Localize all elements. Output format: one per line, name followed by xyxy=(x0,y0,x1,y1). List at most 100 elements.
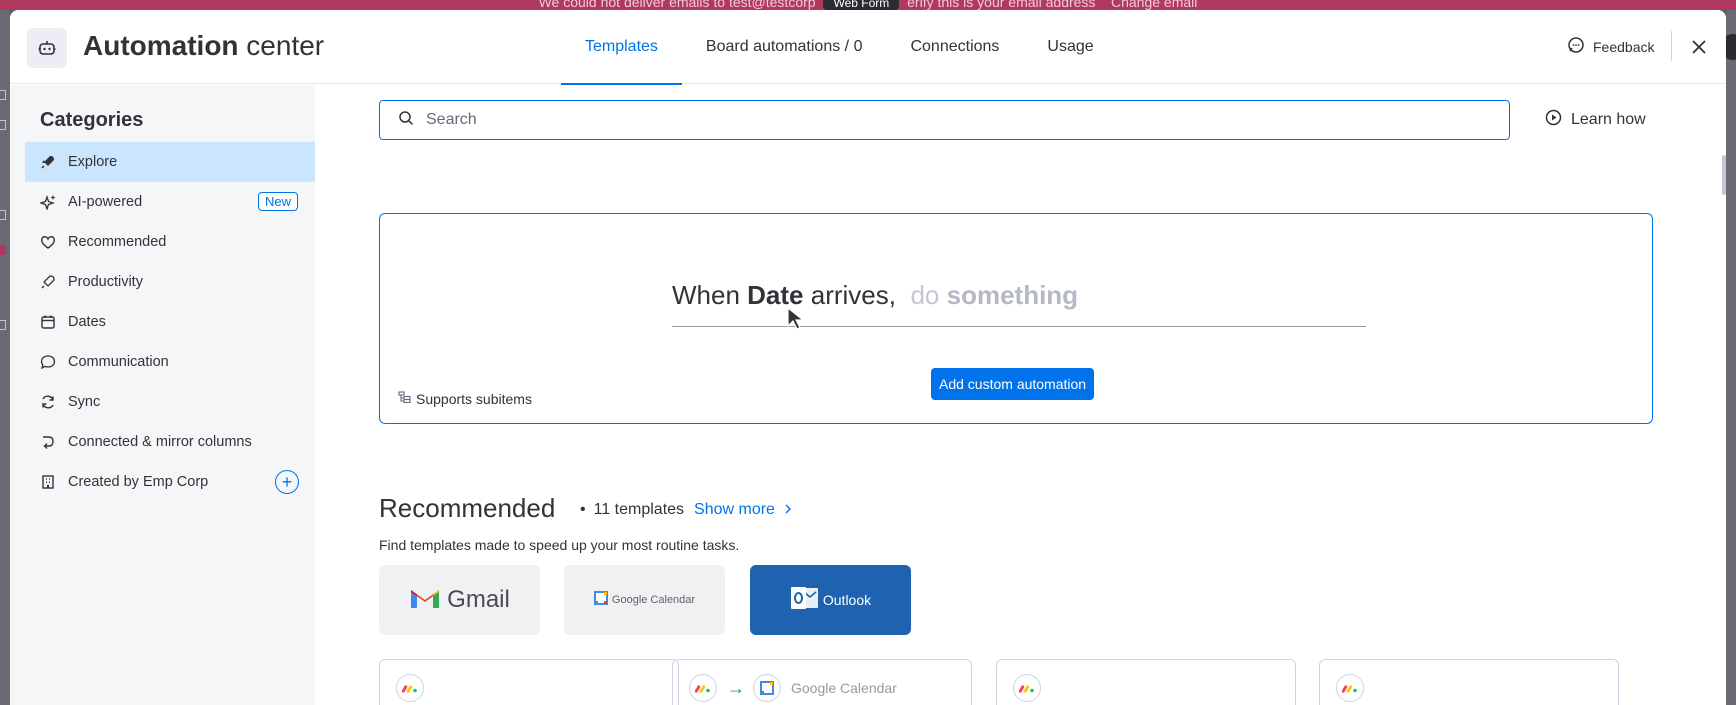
tab-templates[interactable]: Templates xyxy=(561,10,682,85)
sidebar-item-label: Recommended xyxy=(68,234,167,250)
banner-pill: Web Form xyxy=(823,0,900,10)
search-input[interactable] xyxy=(426,111,1426,129)
app-tile-outlook[interactable]: Outlook xyxy=(750,565,911,635)
feedback-icon xyxy=(1567,36,1585,57)
recommended-title: Recommended xyxy=(379,493,556,523)
banner-message-end: erify this is your email address xyxy=(907,0,1096,10)
automation-center-modal: Automation center Templates Board automa… xyxy=(10,10,1726,705)
custom-automation-card[interactable]: When Date arrives, do something Add cust… xyxy=(379,213,1653,424)
google-calendar-label: Google Calendar xyxy=(611,594,696,606)
sidebar-item-productivity[interactable]: Productivity xyxy=(25,262,315,302)
background-mark xyxy=(0,320,6,330)
heart-icon xyxy=(39,233,57,251)
sidebar-item-sync[interactable]: Sync xyxy=(25,382,315,422)
learn-how-button[interactable]: Learn how xyxy=(1545,109,1646,131)
monday-logo-icon xyxy=(1336,674,1364,702)
building-icon xyxy=(39,473,57,491)
google-calendar-logo-icon xyxy=(593,590,608,610)
background-mark xyxy=(0,90,6,100)
sparkle-icon xyxy=(39,193,57,211)
sidebar-title: Categories xyxy=(40,109,144,131)
chat-icon xyxy=(39,353,57,371)
gmail-label: Gmail xyxy=(447,586,510,613)
gmail-logo-icon xyxy=(409,586,441,615)
change-email-link[interactable]: Change email xyxy=(1111,0,1197,10)
sidebar-item-label: Dates xyxy=(68,314,106,330)
integration-label: Google Calendar xyxy=(791,680,897,696)
show-more-link[interactable]: Show more xyxy=(694,501,791,519)
mouse-cursor-icon xyxy=(786,306,810,337)
sidebar-item-label: Created by Emp Corp xyxy=(68,474,209,490)
action-placeholder[interactable]: do something xyxy=(910,280,1078,310)
search-icon xyxy=(398,110,414,131)
monday-logo-icon xyxy=(396,674,424,702)
scrollbar[interactable] xyxy=(1722,155,1726,195)
notification-banner-text: We could not deliver emails to test@test… xyxy=(0,0,1736,10)
sidebar-item-label: Communication xyxy=(68,354,169,370)
tab-board-automations[interactable]: Board automations / 0 xyxy=(682,10,887,84)
arrow-right-icon: → xyxy=(727,678,745,698)
connect-icon xyxy=(39,433,57,451)
background-mark xyxy=(0,120,6,130)
sidebar-item-ai-powered[interactable]: AI-powered New xyxy=(25,182,315,222)
google-calendar-logo-icon xyxy=(753,674,781,702)
bullet: • xyxy=(580,501,586,518)
show-more-label: Show more xyxy=(694,501,775,518)
recommended-meta: • 11 templates Show more xyxy=(580,501,791,519)
search-field[interactable] xyxy=(379,100,1510,140)
background-mark xyxy=(0,245,6,255)
sentence-arrives: arrives, xyxy=(810,280,896,310)
sentence-when: When xyxy=(672,280,740,310)
sentence-underline xyxy=(672,326,1366,327)
automation-sentence: When Date arrives, do something xyxy=(672,280,1078,311)
outlook-label: Outlook xyxy=(822,592,872,608)
template-card[interactable] xyxy=(379,659,679,705)
app-tile-google-calendar[interactable]: Google Calendar xyxy=(564,565,725,635)
add-custom-automation-button[interactable]: Add custom automation xyxy=(931,368,1095,400)
subitems-icon xyxy=(398,391,411,407)
feedback-label: Feedback xyxy=(1593,38,1655,55)
sync-icon xyxy=(39,393,57,411)
template-card[interactable]: → Google Calendar xyxy=(672,659,972,705)
sidebar-item-label: Sync xyxy=(68,394,101,410)
background-left-edge xyxy=(0,10,10,705)
chevron-right-icon xyxy=(785,501,791,519)
recommended-subtitle: Find templates made to speed up your mos… xyxy=(379,537,740,553)
tab-usage[interactable]: Usage xyxy=(1023,10,1117,84)
play-icon xyxy=(1545,109,1562,131)
header-divider xyxy=(1671,31,1672,61)
supports-subitems: Supports subitems xyxy=(398,391,532,407)
background-mark xyxy=(0,210,6,220)
sidebar-item-explore[interactable]: Explore xyxy=(25,142,315,182)
banner-message: We could not deliver emails to test@test… xyxy=(538,0,816,10)
sidebar-item-recommended[interactable]: Recommended xyxy=(25,222,315,262)
template-count: 11 templates xyxy=(593,501,685,518)
monday-logo-icon xyxy=(1013,674,1041,702)
template-card[interactable] xyxy=(1319,659,1619,705)
learn-how-label: Learn how xyxy=(1571,111,1646,128)
sidebar-item-dates[interactable]: Dates xyxy=(25,302,315,342)
category-list: Explore AI-powered New Recommended Produ… xyxy=(25,142,315,502)
sidebar-item-created-by-emp-corp[interactable]: Created by Emp Corp + xyxy=(25,462,315,502)
app-tile-gmail[interactable]: Gmail xyxy=(379,565,540,635)
rocket-outline-icon xyxy=(39,273,57,291)
templates-panel: Learn how When Date arrives, do somethin… xyxy=(315,85,1726,705)
sidebar-item-connected-mirror[interactable]: Connected & mirror columns xyxy=(25,422,315,462)
new-badge: New xyxy=(257,192,298,211)
tab-bar: Templates Board automations / 0 Connecti… xyxy=(561,10,1118,85)
sidebar-item-label: Productivity xyxy=(68,274,143,290)
sidebar-item-communication[interactable]: Communication xyxy=(25,342,315,382)
sidebar-item-label: Explore xyxy=(68,154,118,170)
template-card[interactable] xyxy=(996,659,1296,705)
sidebar-item-label: AI-powered xyxy=(68,194,143,210)
background-right-edge xyxy=(1726,10,1736,705)
add-category-button[interactable]: + xyxy=(275,470,299,494)
feedback-button[interactable]: Feedback xyxy=(1567,36,1654,57)
modal-header: Automation center Templates Board automa… xyxy=(10,10,1726,85)
close-icon[interactable] xyxy=(1688,36,1710,58)
robot-icon xyxy=(27,28,67,68)
monday-logo-icon xyxy=(689,674,717,702)
sidebar-item-label: Connected & mirror columns xyxy=(68,434,252,450)
calendar-icon xyxy=(39,313,57,331)
tab-connections[interactable]: Connections xyxy=(886,10,1023,84)
